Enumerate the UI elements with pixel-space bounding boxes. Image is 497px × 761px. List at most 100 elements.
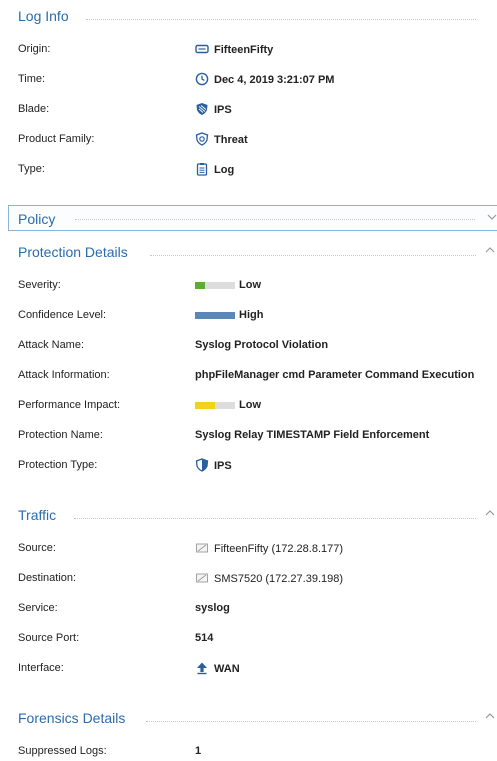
log-info-header[interactable]: Log Info: [0, 6, 497, 30]
chevron-up-icon[interactable]: [485, 246, 495, 254]
protection-name-value[interactable]: Syslog Relay TIMESTAMP Field Enforcement: [195, 429, 429, 441]
ips-shield-icon: [195, 458, 209, 472]
confidence-bar: [195, 311, 235, 319]
policy-section-header[interactable]: Policy: [8, 205, 497, 231]
product-family-text: Threat: [214, 134, 248, 146]
blade-text: IPS: [214, 104, 232, 116]
interface-value: WAN: [195, 662, 240, 676]
protection-type-value: IPS: [195, 458, 232, 473]
performance-impact-value: Low: [195, 399, 261, 411]
attack-information-row: Attack Information: phpFileManager cmd P…: [0, 367, 497, 385]
service-label: Service:: [18, 602, 58, 614]
severity-value: Low: [195, 279, 261, 291]
forensics-details-header[interactable]: Forensics Details: [0, 708, 497, 732]
service-value: syslog: [195, 602, 230, 614]
protection-details-title: Protection Details: [18, 244, 128, 260]
destination-row: Destination: SMS7520 (172.27.39.198): [0, 570, 497, 588]
attack-information-value[interactable]: phpFileManager cmd Parameter Command Exe…: [195, 369, 474, 381]
blade-label: Blade:: [18, 103, 50, 115]
suppressed-logs-label: Suppressed Logs:: [18, 745, 107, 757]
log-clipboard-icon: [196, 163, 208, 176]
attack-name-row: Attack Name: Syslog Protocol Violation: [0, 337, 497, 355]
suppressed-logs-row: Suppressed Logs: 1: [0, 743, 497, 761]
confidence-text: High: [239, 309, 264, 321]
policy-title: Policy: [18, 211, 56, 227]
protection-type-text: IPS: [214, 460, 232, 472]
origin-row: Origin: FifteenFifty: [0, 41, 497, 59]
performance-impact-label: Performance Impact:: [18, 399, 121, 411]
destination-label: Destination:: [18, 572, 77, 584]
source-row: Source: FifteenFifty (172.28.8.177): [0, 540, 497, 558]
host-icon: [196, 573, 208, 583]
divider: [150, 255, 476, 256]
gateway-icon: [195, 44, 209, 54]
severity-bar: [195, 281, 235, 289]
origin-value[interactable]: FifteenFifty: [195, 43, 273, 57]
chevron-up-icon[interactable]: [485, 712, 495, 720]
confidence-row: Confidence Level: High: [0, 307, 497, 325]
host-icon: [196, 543, 208, 553]
protection-details-header[interactable]: Protection Details: [0, 242, 497, 266]
source-value[interactable]: FifteenFifty (172.28.8.177): [195, 542, 343, 556]
interface-text: WAN: [214, 663, 240, 675]
blade-row: Blade: IPS: [0, 101, 497, 119]
source-port-value: 514: [195, 632, 214, 644]
performance-impact-bar: [195, 401, 235, 409]
product-family-row: Product Family: Threat: [0, 131, 497, 149]
chevron-up-icon[interactable]: [485, 509, 495, 517]
attack-information-label: Attack Information:: [18, 369, 110, 381]
traffic-title: Traffic: [18, 507, 57, 523]
service-row: Service: syslog: [0, 600, 497, 618]
threat-shield-icon: [195, 132, 209, 146]
time-row: Time: Dec 4, 2019 3:21:07 PM: [0, 71, 497, 89]
level-bar-empty: [205, 281, 235, 289]
attack-name-label: Attack Name:: [18, 339, 85, 351]
protection-type-row: Protection Type: IPS: [0, 457, 497, 475]
clock-icon: [195, 72, 209, 86]
time-text: Dec 4, 2019 3:21:07 PM: [214, 74, 335, 86]
confidence-value: High: [195, 309, 263, 321]
interface-label: Interface:: [18, 662, 64, 674]
performance-impact-row: Performance Impact: Low: [0, 397, 497, 415]
product-family-value[interactable]: Threat: [195, 132, 248, 147]
level-bar-fill: [195, 281, 205, 289]
type-text: Log: [214, 164, 235, 176]
protection-type-label: Protection Type:: [18, 459, 98, 471]
origin-label: Origin:: [18, 43, 51, 55]
interface-row: Interface: WAN: [0, 660, 497, 678]
protection-name-row: Protection Name: Syslog Relay TIMESTAMP …: [0, 427, 497, 445]
destination-text: SMS7520 (172.27.39.198): [214, 573, 344, 585]
divider: [86, 19, 476, 20]
type-row: Type: Log: [0, 161, 497, 179]
divider: [75, 219, 475, 220]
chevron-down-icon[interactable]: [487, 213, 497, 221]
product-family-label: Product Family:: [18, 133, 95, 145]
blade-value[interactable]: IPS: [195, 103, 232, 117]
destination-value[interactable]: SMS7520 (172.27.39.198): [195, 572, 343, 586]
source-label: Source:: [18, 542, 56, 554]
source-port-row: Source Port: 514: [0, 630, 497, 648]
performance-impact-text: Low: [239, 399, 261, 411]
confidence-label: Confidence Level:: [18, 309, 107, 321]
attack-name-value: Syslog Protocol Violation: [195, 339, 329, 351]
forensics-details-title: Forensics Details: [18, 710, 126, 726]
level-bar-empty: [215, 401, 235, 409]
severity-text: Low: [239, 279, 261, 291]
source-text: FifteenFifty (172.28.8.177): [214, 543, 344, 555]
level-bar-fill: [195, 311, 235, 319]
protection-name-label: Protection Name:: [18, 429, 103, 441]
time-value: Dec 4, 2019 3:21:07 PM: [195, 72, 335, 87]
source-port-label: Source Port:: [18, 632, 80, 644]
type-value: Log: [195, 163, 234, 177]
traffic-header[interactable]: Traffic: [0, 505, 497, 529]
time-label: Time:: [18, 73, 46, 85]
divider: [146, 721, 476, 722]
severity-label: Severity:: [18, 279, 61, 291]
upload-arrow-icon: [197, 662, 207, 675]
level-bar-fill: [195, 401, 215, 409]
ips-shield-icon: [196, 103, 208, 115]
origin-text: FifteenFifty: [214, 44, 274, 56]
type-label: Type:: [18, 163, 45, 175]
severity-row: Severity: Low: [0, 277, 497, 295]
divider: [74, 518, 476, 519]
